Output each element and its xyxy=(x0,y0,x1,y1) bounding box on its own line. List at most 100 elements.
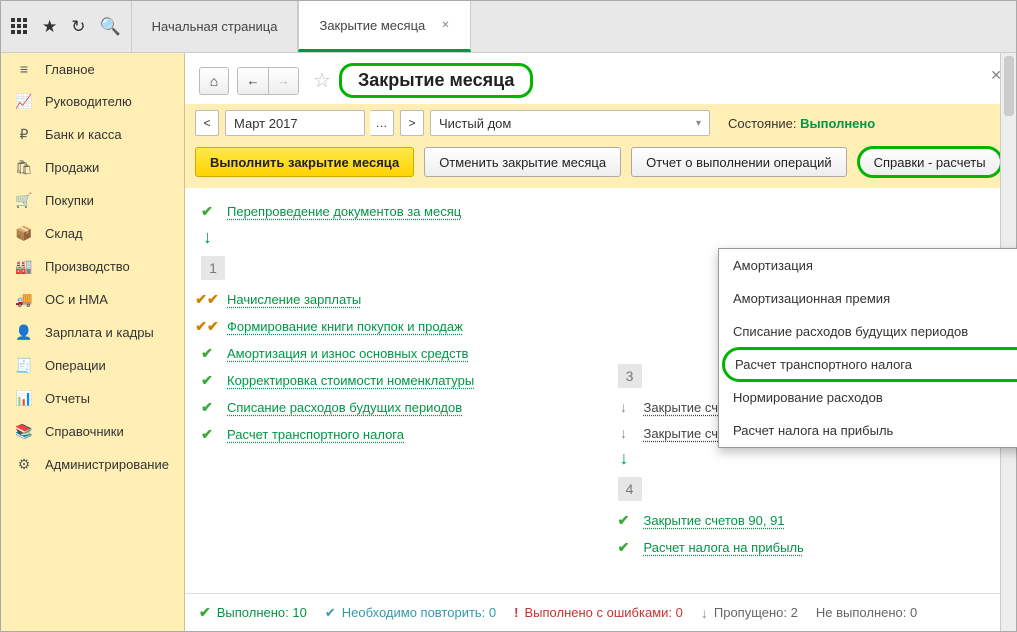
check-icon: ✔ xyxy=(616,512,632,529)
references-dropdown: Амортизация Амортизационная премия Списа… xyxy=(718,248,1017,448)
report-icon: 📊 xyxy=(15,390,33,407)
ops-icon: 🧾 xyxy=(15,357,33,374)
op-salary[interactable]: ✔✔Начисление зарплаты xyxy=(199,286,586,313)
sidebar: ≡Главное 📈Руководителю ₽Банк и касса 🛍Пр… xyxy=(1,53,185,631)
topbar-icons: ★ ↻ 🔍 xyxy=(1,1,131,52)
op-transport[interactable]: ✔Расчет транспортного налога xyxy=(199,421,586,448)
page-title: Закрытие месяца xyxy=(339,63,533,98)
home-button[interactable]: ⌂ xyxy=(199,67,229,95)
dd-item-writeoff[interactable]: Списание расходов будущих периодов xyxy=(719,315,1017,348)
check-icon: ✔ xyxy=(616,539,632,556)
op-close9091[interactable]: ✔Закрытие счетов 90, 91 xyxy=(616,507,1003,534)
dd-item-transport[interactable]: Расчет транспортного налога xyxy=(725,350,1017,379)
gear-icon: ⚙ xyxy=(15,456,33,473)
dd-item-norm[interactable]: Нормирование расходов xyxy=(719,381,1017,414)
org-select[interactable]: Чистый дом ▾ xyxy=(430,110,710,136)
nav-admin[interactable]: ⚙Администрирование xyxy=(1,448,184,481)
nav-history: ← → xyxy=(237,67,299,95)
op-amort[interactable]: ✔Амортизация и износ основных средств xyxy=(199,340,586,367)
arrow-down-icon: ↓ xyxy=(620,448,1003,469)
check-icon: ✔ xyxy=(199,203,215,220)
footer-notdone: Не выполнено: 0 xyxy=(816,605,917,620)
footer: ✔Выполнено: 10 ✔Необходимо повторить: 0 … xyxy=(185,593,1016,631)
op-profit[interactable]: ✔Расчет налога на прибыль xyxy=(616,534,1003,561)
status-value: Выполнено xyxy=(800,116,875,131)
history-icon[interactable]: ↻ xyxy=(71,17,85,37)
search-icon[interactable]: 🔍 xyxy=(100,17,121,37)
action-row: Выполнить закрытие месяца Отменить закры… xyxy=(185,142,1016,188)
tab-label: Начальная страница xyxy=(152,19,278,34)
check-icon: ✔ xyxy=(199,345,215,362)
tab-label: Закрытие месяца xyxy=(319,18,425,33)
nav-hr[interactable]: 👤Зарплата и кадры xyxy=(1,316,184,349)
main: ✕ ⌂ ← → ☆ Закрытие месяца < Март 2017 … … xyxy=(185,53,1016,631)
star-icon[interactable]: ★ xyxy=(42,17,57,37)
run-button[interactable]: Выполнить закрытие месяца xyxy=(195,147,414,177)
cancel-button[interactable]: Отменить закрытие месяца xyxy=(424,147,621,177)
truck-icon: 🚚 xyxy=(15,291,33,308)
period-next-button[interactable]: > xyxy=(400,110,424,136)
nav-production[interactable]: 🏭Производство xyxy=(1,250,184,283)
stage-1-label: 1 xyxy=(201,256,225,280)
footer-skipped: ↓Пропущено: 2 xyxy=(701,605,798,621)
factory-icon: 🏭 xyxy=(15,258,33,275)
close-page-icon[interactable]: ✕ xyxy=(990,67,1002,84)
nav-operations[interactable]: 🧾Операции xyxy=(1,349,184,382)
nav-references[interactable]: 📚Справочники xyxy=(1,415,184,448)
forward-button[interactable]: → xyxy=(268,68,298,94)
double-check-icon: ✔✔ xyxy=(199,291,215,308)
check-icon: ✔ xyxy=(199,372,215,389)
dd-item-amort[interactable]: Амортизация xyxy=(719,249,1017,282)
stage-3-label: 3 xyxy=(618,364,642,388)
tab-active[interactable]: Закрытие месяца ✕ xyxy=(298,1,470,52)
back-button[interactable]: ← xyxy=(238,68,268,94)
ruble-icon: ₽ xyxy=(15,126,33,143)
op-reconduct[interactable]: ✔Перепроведение документов за месяц xyxy=(199,198,586,225)
references-button[interactable]: Справки - расчеты xyxy=(857,146,1003,178)
check-icon: ✔ xyxy=(199,399,215,416)
nav-manager[interactable]: 📈Руководителю xyxy=(1,85,184,118)
period-prev-button[interactable]: < xyxy=(195,110,219,136)
skip-icon: ↓ xyxy=(616,425,632,441)
chevron-down-icon: ▾ xyxy=(696,118,701,129)
bag-icon: 🛍 xyxy=(15,159,33,176)
apps-icon[interactable] xyxy=(11,18,28,35)
close-icon[interactable]: ✕ xyxy=(441,20,449,31)
nav-reports[interactable]: 📊Отчеты xyxy=(1,382,184,415)
nav-main[interactable]: ≡Главное xyxy=(1,53,184,85)
op-writeoff[interactable]: ✔Списание расходов будущих периодов xyxy=(199,394,586,421)
nav-purchases[interactable]: 🛒Покупки xyxy=(1,184,184,217)
report-button[interactable]: Отчет о выполнении операций xyxy=(631,147,847,177)
cart-icon: 🛒 xyxy=(15,192,33,209)
period-picker-button[interactable]: … xyxy=(370,110,394,136)
skip-icon: ↓ xyxy=(701,605,708,621)
check-icon: ✔ xyxy=(199,426,215,443)
box-icon: 📦 xyxy=(15,225,33,242)
check-icon: ✔ xyxy=(325,605,336,621)
user-icon: 👤 xyxy=(15,324,33,341)
page-header: ⌂ ← → ☆ Закрытие месяца xyxy=(185,53,1016,104)
nav-warehouse[interactable]: 📦Склад xyxy=(1,217,184,250)
double-check-icon: ✔✔ xyxy=(199,318,215,335)
nav-assets[interactable]: 🚚ОС и НМА xyxy=(1,283,184,316)
check-icon: ✔ xyxy=(199,604,211,621)
topbar: ★ ↻ 🔍 Начальная страница Закрытие месяца… xyxy=(1,1,1016,53)
dd-item-profit[interactable]: Расчет налога на прибыль xyxy=(719,414,1017,447)
menu-icon: ≡ xyxy=(15,61,33,77)
op-correct[interactable]: ✔Корректировка стоимости номенклатуры xyxy=(199,367,586,394)
status-label: Состояние: Выполнено xyxy=(728,116,875,131)
period-field[interactable]: Март 2017 xyxy=(225,110,365,136)
tab-home[interactable]: Начальная страница xyxy=(131,1,299,52)
dd-item-premium[interactable]: Амортизационная премия xyxy=(719,282,1017,315)
nav-sales[interactable]: 🛍Продажи xyxy=(1,151,184,184)
chart-icon: 📈 xyxy=(15,93,33,110)
skip-icon: ↓ xyxy=(616,399,632,415)
favorite-icon[interactable]: ☆ xyxy=(313,68,331,93)
arrow-down-icon: ↓ xyxy=(203,227,586,248)
stage-4-label: 4 xyxy=(618,477,642,501)
footer-done: ✔Выполнено: 10 xyxy=(199,604,307,621)
book-icon: 📚 xyxy=(15,423,33,440)
nav-bank[interactable]: ₽Банк и касса xyxy=(1,118,184,151)
error-icon: ! xyxy=(514,605,518,620)
op-book[interactable]: ✔✔Формирование книги покупок и продаж xyxy=(199,313,586,340)
